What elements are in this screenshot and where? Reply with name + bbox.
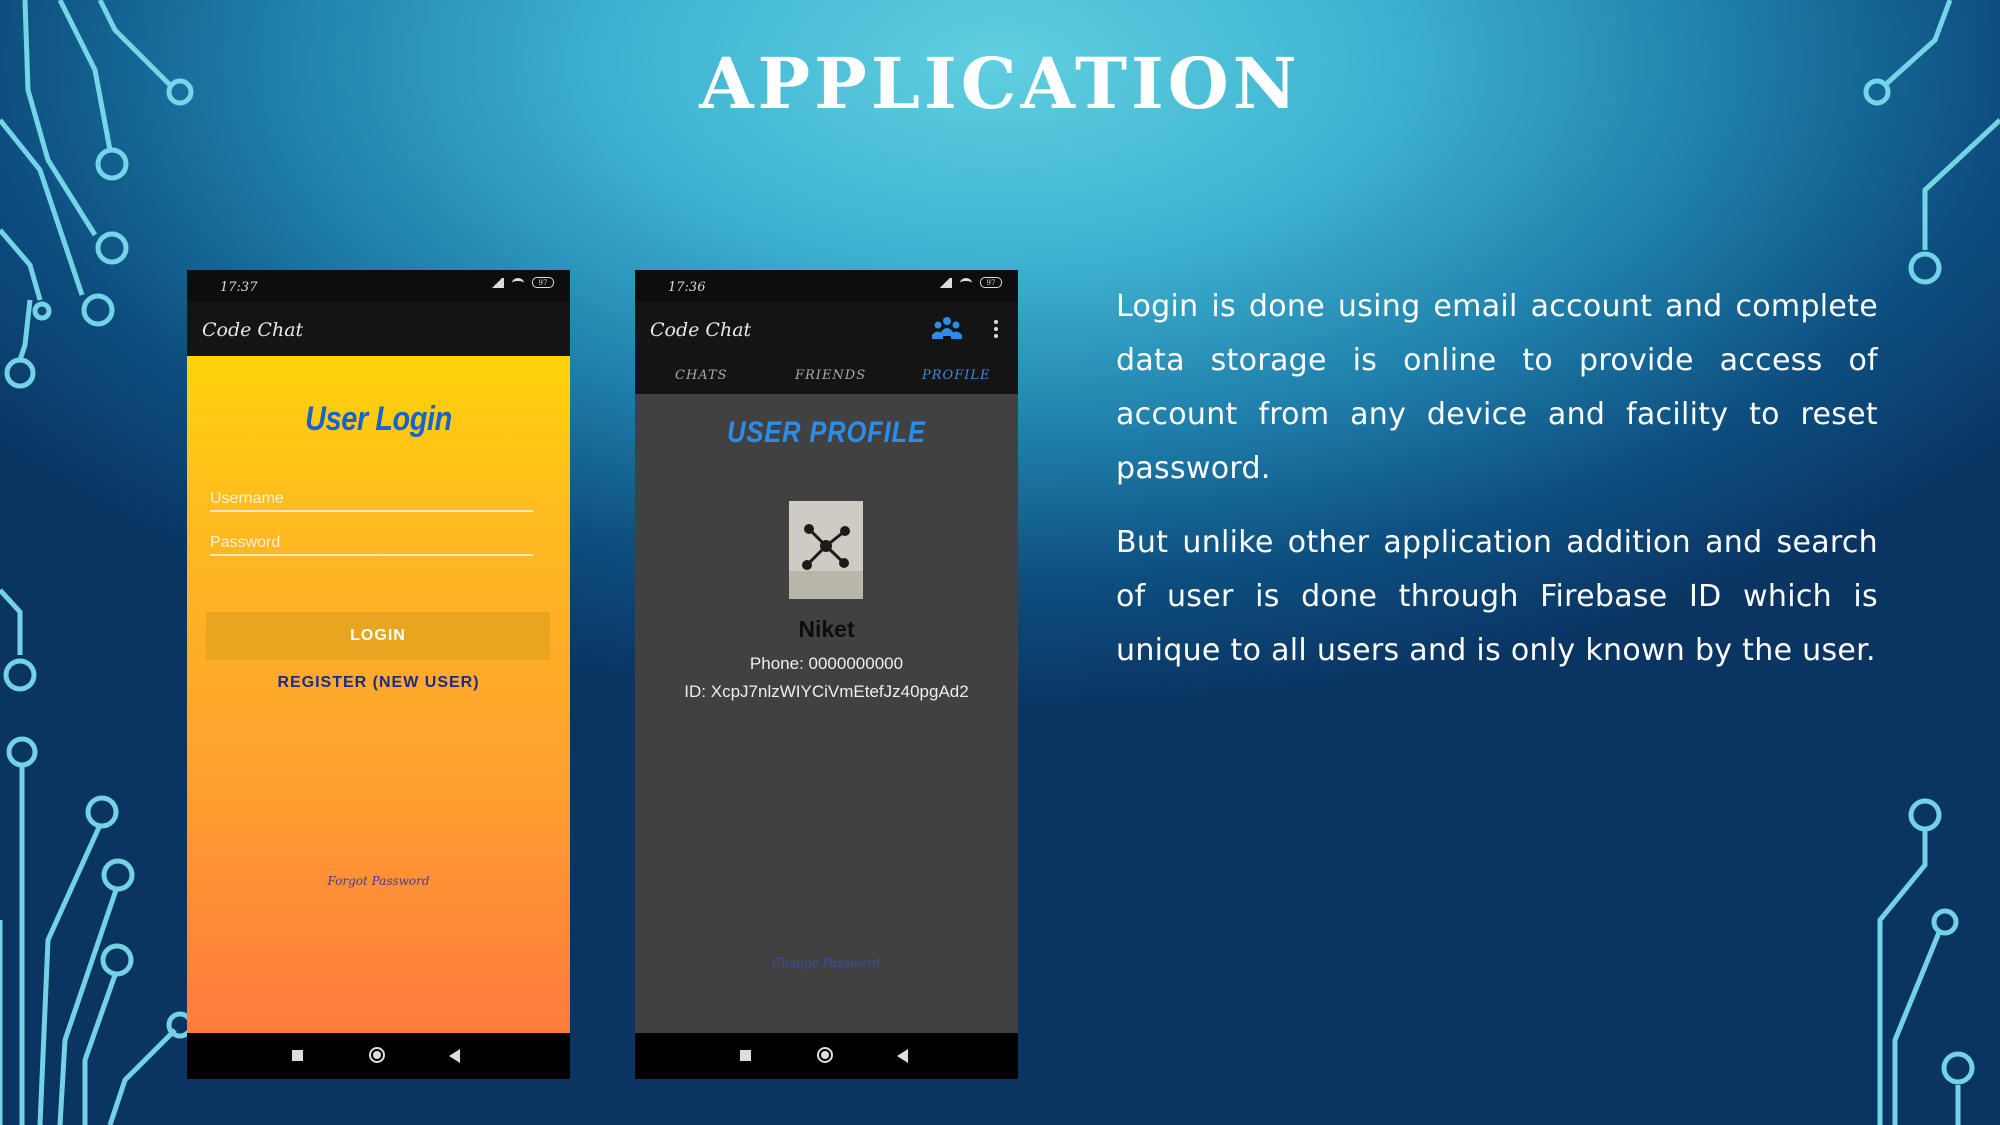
description-paragraph-2: But unlike other application addition an…: [1116, 525, 1878, 668]
login-heading: User Login: [305, 400, 452, 438]
username-field[interactable]: Username: [210, 482, 533, 512]
profile-phone: Phone: 0000000000: [749, 654, 904, 673]
recent-apps-icon[interactable]: [740, 1050, 751, 1061]
battery-icon: 97: [980, 277, 1002, 288]
register-link[interactable]: REGISTER (NEW USER): [187, 674, 570, 692]
recent-apps-icon[interactable]: [292, 1050, 303, 1061]
tab-profile[interactable]: PROFILE: [922, 368, 990, 383]
home-icon[interactable]: [369, 1047, 385, 1063]
app-bar: Code Chat: [187, 302, 570, 356]
tab-bar: CHATS FRIENDS PROFILE: [635, 356, 1018, 394]
status-time: 17:37: [220, 280, 258, 295]
tab-chats[interactable]: CHATS: [675, 368, 728, 383]
tab-friends[interactable]: FRIENDS: [795, 368, 866, 383]
login-form: User Login Username Password LOGIN REGIS…: [187, 356, 570, 1033]
status-bar: 17:37 97: [187, 270, 570, 302]
status-time: 17:36: [668, 280, 706, 295]
back-icon[interactable]: [449, 1049, 460, 1063]
forgot-password-link[interactable]: Forgot Password: [187, 874, 570, 888]
login-phone-screenshot: 17:37 97 Code Chat User Login Username P…: [187, 270, 570, 1079]
avatar[interactable]: [789, 501, 863, 599]
slide-description: Login is done using email account and co…: [1116, 280, 1878, 698]
password-placeholder: Password: [210, 534, 281, 551]
overflow-menu-icon[interactable]: [993, 319, 999, 339]
signal-icon: [938, 277, 952, 288]
login-button[interactable]: LOGIN: [206, 612, 550, 660]
back-icon[interactable]: [897, 1049, 908, 1063]
android-nav-bar: [187, 1033, 570, 1079]
status-icons: 97: [938, 277, 1002, 288]
description-paragraph-1: Login is done using email account and co…: [1116, 289, 1878, 486]
wifi-icon: [960, 277, 972, 288]
slide-title: APPLICATION: [699, 42, 1301, 125]
change-password-link[interactable]: Change Password: [635, 956, 1018, 970]
wifi-icon: [512, 277, 524, 288]
signal-icon: [490, 277, 504, 288]
profile-phone-screenshot: 17:36 97 Code Chat CHATS FRIENDS PROFILE…: [635, 270, 1018, 1079]
profile-view: USER PROFILE Niket Phone: 0000000000 ID:…: [635, 394, 1018, 1033]
home-icon[interactable]: [817, 1047, 833, 1063]
app-title: Code Chat: [202, 319, 304, 341]
friends-group-icon[interactable]: [932, 316, 962, 342]
android-nav-bar: [635, 1033, 1018, 1079]
status-bar: 17:36 97: [635, 270, 1018, 302]
app-bar: Code Chat: [635, 302, 1018, 356]
profile-heading: USER PROFILE: [727, 416, 926, 449]
app-title: Code Chat: [650, 319, 752, 341]
profile-name: Niket: [798, 616, 855, 642]
username-placeholder: Username: [210, 490, 284, 507]
battery-icon: 97: [532, 277, 554, 288]
profile-firebase-id: ID: XcpJ7nlzWIYCiVmEtefJz40pgAd2: [684, 682, 969, 701]
status-icons: 97: [490, 277, 554, 288]
password-field[interactable]: Password: [210, 526, 533, 556]
